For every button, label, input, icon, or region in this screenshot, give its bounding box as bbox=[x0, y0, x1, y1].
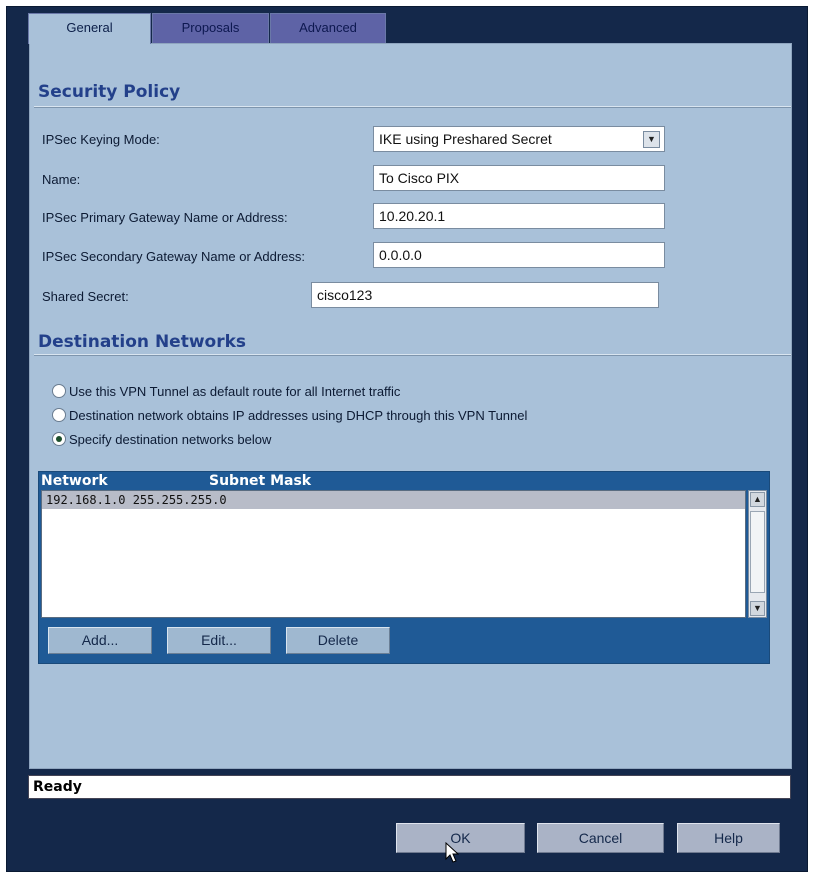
primary-gateway-field[interactable]: 10.20.20.1 bbox=[373, 203, 665, 229]
scroll-down-icon[interactable]: ▼ bbox=[750, 601, 765, 616]
ok-button[interactable]: OK bbox=[396, 823, 525, 853]
secondary-gateway-field[interactable]: 0.0.0.0 bbox=[373, 242, 665, 268]
name-label: Name: bbox=[42, 172, 81, 187]
shared-secret-label: Shared Secret: bbox=[42, 289, 129, 304]
option-label: Specify destination networks below bbox=[69, 431, 272, 447]
scroll-up-icon[interactable]: ▲ bbox=[750, 492, 765, 507]
security-policy-heading: Security Policy bbox=[38, 82, 181, 102]
keying-mode-label: IPSec Keying Mode: bbox=[42, 132, 160, 147]
vertical-scrollbar[interactable]: ▲ ▼ bbox=[748, 490, 767, 618]
shared-secret-field[interactable]: cisco123 bbox=[311, 282, 659, 308]
secondary-gateway-label: IPSec Secondary Gateway Name or Address: bbox=[42, 249, 306, 264]
option-default-route[interactable]: Use this VPN Tunnel as default route for… bbox=[52, 381, 400, 401]
delete-button[interactable]: Delete bbox=[286, 627, 390, 654]
add-button[interactable]: Add... bbox=[48, 627, 152, 654]
primary-gateway-label: IPSec Primary Gateway Name or Address: bbox=[42, 210, 288, 225]
tab-proposals[interactable]: Proposals bbox=[152, 13, 269, 43]
keying-mode-select[interactable]: IKE using Preshared Secret ▼ bbox=[373, 126, 665, 152]
network-cell: 192.168.1.0 bbox=[46, 493, 133, 507]
chevron-down-icon[interactable]: ▼ bbox=[643, 131, 660, 148]
radio-specify-networks[interactable] bbox=[52, 432, 66, 446]
list-item[interactable]: 192.168.1.0 255.255.255.0 bbox=[42, 491, 745, 509]
list-body: 192.168.1.0 255.255.255.0 bbox=[41, 490, 746, 618]
general-panel: Security Policy IPSec Keying Mode: IKE u… bbox=[29, 43, 792, 769]
list-header: Network Subnet Mask bbox=[39, 472, 769, 490]
column-header-subnet-mask[interactable]: Subnet Mask bbox=[209, 472, 311, 490]
tab-general[interactable]: General bbox=[28, 13, 151, 44]
status-bar: Ready bbox=[28, 775, 791, 799]
edit-button[interactable]: Edit... bbox=[167, 627, 271, 654]
option-label: Use this VPN Tunnel as default route for… bbox=[69, 383, 401, 399]
mouse-cursor-icon bbox=[445, 842, 459, 863]
radio-default-route[interactable] bbox=[52, 384, 66, 398]
cancel-button[interactable]: Cancel bbox=[537, 823, 664, 853]
destination-networks-heading: Destination Networks bbox=[38, 332, 247, 352]
subnet-mask-cell: 255.255.255.0 bbox=[132, 493, 227, 507]
option-specify-networks[interactable]: Specify destination networks below bbox=[52, 429, 271, 449]
section-divider bbox=[34, 106, 791, 108]
scroll-thumb[interactable] bbox=[750, 511, 765, 593]
tab-advanced[interactable]: Advanced bbox=[270, 13, 386, 43]
option-label: Destination network obtains IP addresses… bbox=[69, 407, 528, 423]
section-divider bbox=[34, 354, 791, 356]
keying-mode-value: IKE using Preshared Secret bbox=[379, 131, 552, 147]
column-header-network[interactable]: Network bbox=[41, 472, 108, 490]
help-button[interactable]: Help bbox=[677, 823, 780, 853]
option-dhcp[interactable]: Destination network obtains IP addresses… bbox=[52, 405, 527, 425]
name-field[interactable]: To Cisco PIX bbox=[373, 165, 665, 191]
networks-list: Network Subnet Mask 192.168.1.0 255.255.… bbox=[38, 471, 770, 664]
radio-dhcp[interactable] bbox=[52, 408, 66, 422]
